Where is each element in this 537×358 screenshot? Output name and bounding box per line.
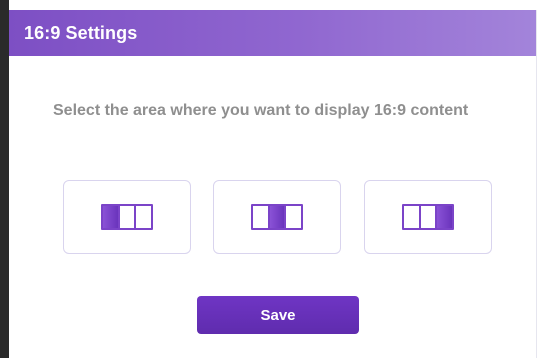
backdrop-edge [0,0,9,358]
icon-pane-left [253,206,268,228]
split-left-highlight-icon [101,204,153,230]
dialog-title: 16:9 Settings [24,22,138,43]
display-area-options [63,180,493,254]
icon-pane-middle [117,206,135,228]
icon-pane-left [103,206,118,228]
split-right-highlight-icon [402,204,454,230]
save-button[interactable]: Save [197,296,359,334]
icon-pane-right [284,206,302,228]
icon-pane-middle [267,206,285,228]
icon-pane-right [134,206,152,228]
split-center-highlight-icon [251,204,303,230]
icon-pane-middle [418,206,436,228]
dialog-header: 16:9 Settings [9,10,536,56]
option-center-area[interactable] [213,180,341,254]
screen: 16:9 Settings Select the area where you … [0,0,537,358]
settings-dialog: 16:9 Settings Select the area where you … [9,10,537,358]
option-right-area[interactable] [364,180,492,254]
instruction-text: Select the area where you want to displa… [53,102,469,119]
backdrop-top [0,0,537,10]
option-left-area[interactable] [63,180,191,254]
icon-pane-left [404,206,419,228]
icon-pane-right [435,206,453,228]
